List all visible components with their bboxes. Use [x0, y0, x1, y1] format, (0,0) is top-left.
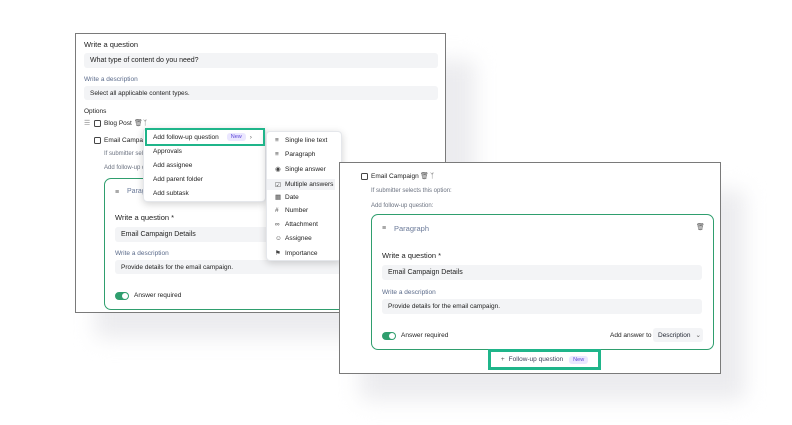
- type-item-importance[interactable]: ⚑ Importance: [275, 249, 318, 258]
- if-submitter-text: If submitter selects this option:: [371, 188, 452, 194]
- menu-item-add-assignee[interactable]: Add assignee: [153, 162, 192, 169]
- new-badge: New: [569, 355, 589, 364]
- card-type-label: Paragraph: [394, 224, 430, 233]
- answer-required-toggle[interactable]: [382, 332, 396, 340]
- type-item-paragraph[interactable]: ≡ Paragraph: [275, 151, 315, 158]
- paragraph-icon: ≡: [382, 225, 387, 232]
- type-item-single-answer[interactable]: ◉ Single answer: [275, 165, 326, 174]
- type-item-multiple-answers[interactable]: ☑ Multiple answers: [267, 179, 335, 190]
- menu-item-add-parent-folder[interactable]: Add parent folder: [153, 176, 203, 183]
- add-follow-up-text: Add follow-up question:: [371, 203, 434, 209]
- follow-up-detail-panel: Email Campaign 🗑 ᛉ If submitter selects …: [339, 162, 721, 374]
- follow-up-question-button[interactable]: + Follow-up question New: [491, 352, 598, 367]
- chevron-down-icon: ⌄: [695, 332, 701, 339]
- follow-up-button-label: Follow-up question: [508, 356, 564, 363]
- drag-handle-icon[interactable]: ☰: [84, 120, 90, 127]
- trash-icon[interactable]: 🗑: [696, 224, 705, 231]
- add-answer-to-label: Add answer to: [610, 332, 652, 339]
- add-answer-to-select[interactable]: Description ⌄: [653, 328, 703, 342]
- answer-required-label: Answer required: [401, 332, 449, 339]
- question-label: Write a question: [84, 40, 139, 49]
- option-label: Email Campaign: [371, 173, 419, 180]
- add-follow-up-text: Add follow-up q: [104, 165, 146, 171]
- type-item-attachment[interactable]: ∞ Attachment: [275, 221, 318, 228]
- calendar-icon: ▦: [275, 194, 282, 201]
- paragraph-icon: ≡: [115, 189, 120, 196]
- follow-up-card: ≡ Paragraph 🗑 Write a question * Email C…: [371, 214, 714, 350]
- card-question-input[interactable]: Email Campaign Details: [382, 265, 702, 280]
- highlight-add-follow-up: [145, 128, 265, 146]
- description-label: Write a description: [84, 76, 138, 83]
- card-description-label: Write a description: [115, 250, 169, 257]
- type-item-date[interactable]: ▦ Date: [275, 193, 299, 202]
- radio-check-icon: ◉: [275, 166, 281, 173]
- checkbox-icon: ☑: [275, 181, 281, 189]
- card-description-label: Write a description: [382, 289, 436, 296]
- option-checkbox-email-campaign[interactable]: [94, 137, 101, 144]
- branch-icon[interactable]: ᛉ: [430, 173, 434, 180]
- question-type-menu: ≡ Single line text ≡ Paragraph ◉ Single ans…: [266, 131, 342, 261]
- text-lines-icon: ≡: [275, 137, 279, 144]
- answer-required-label: Answer required: [134, 292, 182, 299]
- select-value: Description: [658, 331, 691, 339]
- person-icon: ☺: [275, 235, 282, 242]
- trash-icon[interactable]: 🗑: [134, 120, 143, 127]
- menu-item-approvals[interactable]: Approvals: [153, 148, 182, 155]
- type-item-single-line[interactable]: ≡ Single line text: [275, 137, 327, 144]
- option-checkbox-blog-post[interactable]: [94, 120, 101, 127]
- option-checkbox-email-campaign[interactable]: [361, 173, 368, 180]
- type-item-number[interactable]: # Number: [275, 207, 308, 214]
- card-question-label: Write a question *: [115, 213, 175, 222]
- answer-required-toggle[interactable]: [115, 292, 129, 300]
- options-label: Options: [84, 108, 107, 115]
- paperclip-icon: ∞: [275, 221, 280, 228]
- branch-icon[interactable]: ᛉ: [143, 120, 147, 127]
- paragraph-icon: ≡: [275, 151, 279, 158]
- description-input[interactable]: Select all applicable content types.: [84, 86, 438, 100]
- question-input[interactable]: What type of content do you need?: [84, 53, 438, 68]
- plus-icon: +: [500, 356, 505, 363]
- menu-item-add-subtask[interactable]: Add subtask: [153, 190, 189, 197]
- flag-icon: ⚑: [275, 250, 281, 257]
- card-question-label: Write a question *: [382, 251, 442, 260]
- card-description-input[interactable]: Provide details for the email campaign.: [382, 299, 702, 314]
- type-item-assignee[interactable]: ☺ Assignee: [275, 235, 312, 242]
- option-label-blog-post: Blog Post: [104, 120, 132, 127]
- hash-icon: #: [275, 207, 279, 214]
- trash-icon[interactable]: 🗑: [420, 173, 429, 180]
